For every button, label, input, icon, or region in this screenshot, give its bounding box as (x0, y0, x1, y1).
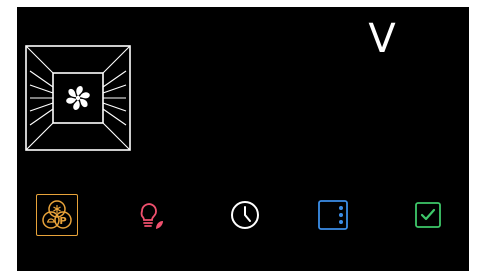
menu-button[interactable] (316, 198, 350, 232)
clock-icon (231, 201, 259, 229)
svg-text:P: P (59, 216, 66, 227)
oven-cavity-graphic (25, 45, 131, 151)
timer-button[interactable] (228, 198, 262, 232)
oven-fan-icon (25, 45, 131, 151)
oven-display-screen: V P (17, 7, 469, 271)
device-frame: V P (0, 0, 484, 277)
eco-lamp-icon (140, 203, 163, 229)
fan-pizza-program-icon: P (42, 200, 72, 229)
eco-light-button[interactable] (132, 198, 166, 232)
checkbox-confirm-icon (415, 202, 441, 228)
confirm-button[interactable] (411, 198, 445, 232)
mode-indicator: V (368, 16, 396, 62)
program-button[interactable]: P (36, 194, 78, 236)
door-menu-icon (318, 200, 348, 230)
